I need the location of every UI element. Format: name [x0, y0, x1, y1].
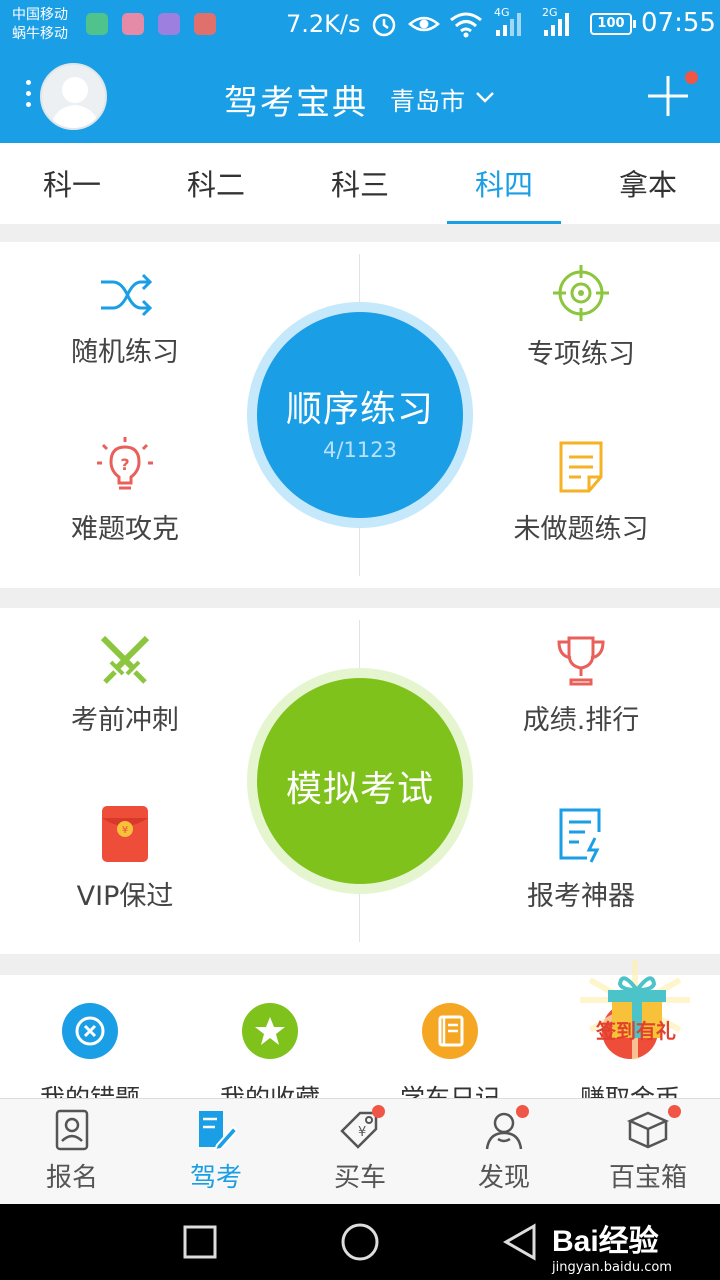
avatar[interactable]: [40, 63, 107, 130]
my-mistakes-button[interactable]: 我的错题: [0, 1003, 180, 1105]
my-favorites-button[interactable]: 我的收藏: [180, 1003, 360, 1105]
vip-guarantee-button[interactable]: ¥ VIP保过: [0, 804, 250, 913]
carrier-1: 中国移动: [12, 7, 68, 23]
user-silhouette-icon: [50, 77, 100, 128]
nav-signup[interactable]: 报名: [0, 1099, 144, 1204]
tab-subject-2[interactable]: 科二: [144, 143, 288, 224]
sign-in-reward-label[interactable]: 签到有礼: [596, 1015, 676, 1044]
net-speed: 7.2K/s: [286, 10, 361, 38]
mistakes-icon: [62, 1003, 118, 1059]
box-icon: [626, 1111, 670, 1149]
alarm-icon: [372, 13, 396, 37]
notification-icon: [122, 13, 144, 35]
nav-discover[interactable]: 发现: [432, 1099, 576, 1204]
exam-sprint-button[interactable]: 考前冲刺: [0, 632, 250, 737]
exam-tool-label: 报考神器: [527, 881, 635, 912]
ranking-button[interactable]: 成绩.排行: [456, 632, 706, 737]
battery-indicator: 100: [590, 13, 636, 35]
nav-driving-test[interactable]: 驾考: [144, 1099, 288, 1204]
edit-doc-icon: [199, 1111, 237, 1151]
add-icon[interactable]: [648, 76, 688, 116]
chevron-down-icon[interactable]: [474, 86, 496, 108]
bottom-nav: 报名 驾考 ¥ 买车 发现 百宝箱: [0, 1098, 720, 1204]
exam-sprint-label: 考前冲刺: [71, 705, 179, 736]
practice-panel: 随机练习 专项练习 ? 难题攻克 未做题练习 顺序练习 4/1123: [0, 242, 720, 588]
ranking-label: 成绩.排行: [522, 705, 640, 736]
watermark-logo: Bai经验: [552, 1225, 659, 1258]
random-practice-label: 随机练习: [71, 337, 179, 368]
red-envelope-icon: ¥: [102, 806, 148, 862]
notification-badge: [668, 1105, 681, 1118]
notification-badge: [372, 1105, 385, 1118]
notification-badge: [516, 1105, 529, 1118]
subject-tabs: 科一 科二 科三 科四 拿本: [0, 143, 720, 224]
status-bar: 中国移动 蜗牛移动 7.2K/s 4G 2G 100 07:55: [0, 0, 720, 50]
special-practice-label: 专项练习: [527, 339, 635, 370]
undone-practice-button[interactable]: 未做题练习: [456, 437, 706, 546]
eye-icon: [408, 16, 440, 32]
hard-questions-button[interactable]: ? 难题攻克: [0, 437, 250, 546]
menu-icon[interactable]: [26, 80, 34, 114]
undone-practice-label: 未做题练习: [513, 514, 649, 545]
exam-tool-button[interactable]: 报考神器: [456, 804, 706, 913]
nav-toolbox[interactable]: 百宝箱: [576, 1099, 720, 1204]
id-card-icon: [55, 1109, 89, 1151]
watermark-url: jingyan.baidu.com: [552, 1260, 672, 1275]
recent-apps-icon[interactable]: [182, 1224, 218, 1260]
vip-guarantee-label: VIP保过: [76, 881, 174, 912]
lightbulb-icon: ?: [97, 437, 153, 490]
note-icon: [559, 441, 603, 493]
tab-get-license[interactable]: 拿本: [576, 143, 720, 224]
back-icon[interactable]: [500, 1222, 540, 1262]
notification-icon: [194, 13, 216, 35]
watermark: Bai经验 jingyan.baidu.com: [552, 1216, 672, 1275]
sequential-practice-button[interactable]: 顺序练习 4/1123: [247, 302, 473, 528]
practice-progress: 4/1123: [323, 438, 397, 462]
signal-icon: [496, 13, 521, 36]
tab-subject-4[interactable]: 科四: [432, 143, 576, 224]
nav-discover-label: 发现: [477, 1163, 530, 1193]
carrier-info: 中国移动 蜗牛移动: [12, 6, 68, 44]
mock-exam-label: 模拟考试: [285, 769, 434, 810]
mock-exam-button[interactable]: 模拟考试: [247, 668, 473, 894]
wifi-icon: [450, 12, 482, 38]
clock: 07:55: [641, 8, 716, 38]
home-icon[interactable]: [340, 1222, 380, 1262]
svg-text:¥: ¥: [358, 1125, 366, 1140]
notebook-icon: [422, 1003, 478, 1059]
random-practice-button[interactable]: 随机练习: [0, 270, 250, 369]
sequential-practice-label: 顺序练习: [285, 389, 434, 430]
tab-subject-3[interactable]: 科三: [288, 143, 432, 224]
nav-buy-car-label: 买车: [333, 1163, 386, 1193]
star-icon: [242, 1003, 298, 1059]
target-icon: [553, 265, 609, 321]
carrier-2: 蜗牛移动: [12, 26, 68, 42]
nav-signup-label: 报名: [45, 1163, 98, 1193]
document-edit-icon: [559, 808, 601, 863]
notification-icon: [86, 13, 108, 35]
exam-panel: 考前冲刺 成绩.排行 ¥ VIP保过 报考神器 模拟考试: [0, 608, 720, 954]
crossed-swords-icon: [100, 635, 150, 684]
nav-toolbox-label: 百宝箱: [608, 1163, 687, 1193]
page-title: 驾考宝典: [224, 83, 368, 123]
app-header: 驾考宝典 青岛市: [0, 50, 720, 143]
notification-badge: [685, 71, 698, 84]
signal-icon: [544, 13, 569, 36]
driving-diary-button[interactable]: 学车日记: [360, 1003, 540, 1105]
nav-buy-car[interactable]: ¥ 买车: [288, 1099, 432, 1204]
notification-icon: [158, 13, 180, 35]
svg-text:?: ?: [120, 455, 129, 474]
hard-questions-label: 难题攻克: [71, 514, 179, 545]
nav-driving-test-label: 驾考: [189, 1163, 242, 1193]
trophy-icon: [557, 636, 605, 686]
shuffle-icon: [101, 273, 153, 317]
tab-subject-1[interactable]: 科一: [0, 143, 144, 224]
city-selector[interactable]: 青岛市: [390, 82, 465, 118]
svg-text:¥: ¥: [122, 825, 128, 836]
special-practice-button[interactable]: 专项练习: [456, 264, 706, 371]
